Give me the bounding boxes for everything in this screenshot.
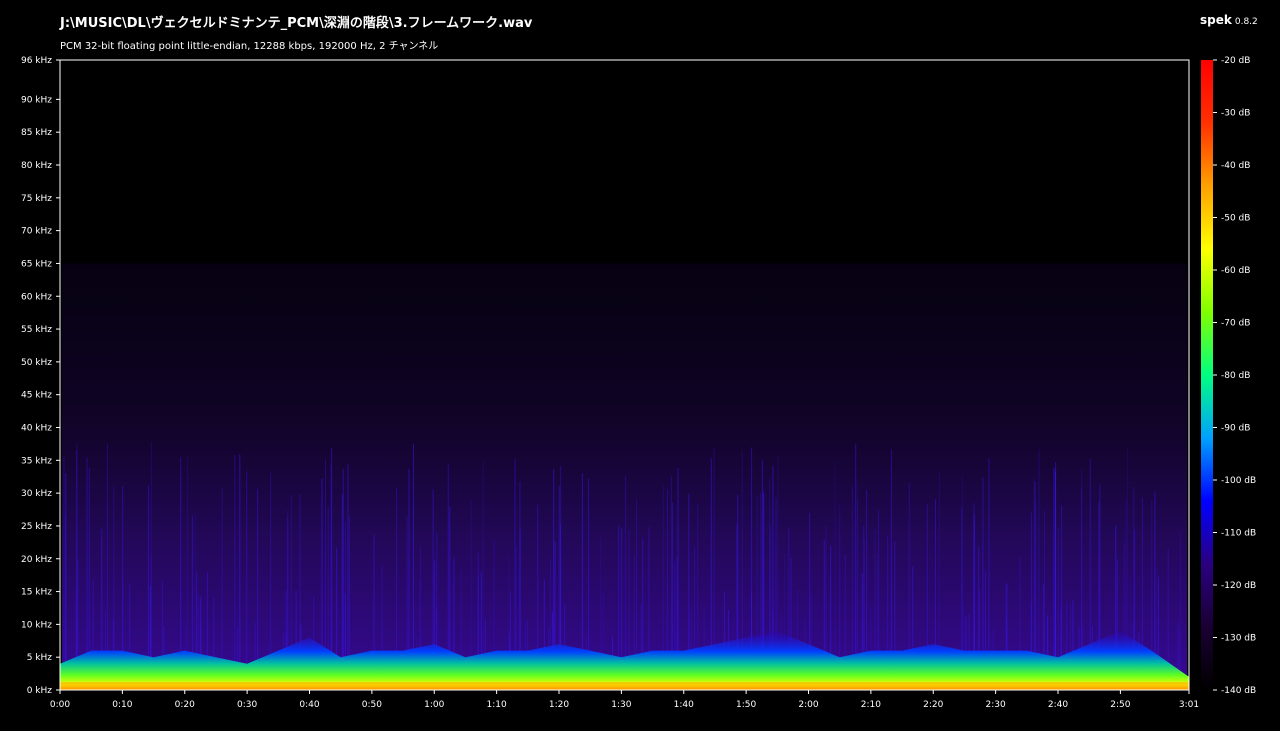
x-tick-label: 0:30 bbox=[237, 700, 257, 710]
colorbar-tick-label: -50 dB bbox=[1221, 214, 1250, 224]
y-tick-label: 20 kHz bbox=[21, 555, 52, 565]
colorbar-tick-label: -20 dB bbox=[1221, 56, 1250, 66]
x-tick-label: 2:50 bbox=[1110, 700, 1130, 710]
y-tick-label: 30 kHz bbox=[21, 489, 52, 499]
y-tick-label: 96 kHz bbox=[21, 56, 52, 66]
x-tick-label: 0:10 bbox=[112, 700, 132, 710]
y-tick-label: 25 kHz bbox=[21, 522, 52, 532]
x-tick-label: 2:40 bbox=[1048, 700, 1068, 710]
x-tick-label: 1:50 bbox=[736, 700, 756, 710]
x-tick-label: 0:00 bbox=[50, 700, 70, 710]
y-tick-label: 85 kHz bbox=[21, 128, 52, 138]
x-tick-label: 3:01 bbox=[1179, 700, 1199, 710]
colorbar-tick-label: -140 dB bbox=[1221, 686, 1256, 696]
y-tick-label: 65 kHz bbox=[21, 259, 52, 269]
y-tick-label: 55 kHz bbox=[21, 325, 52, 335]
spectrogram-chart: 0 kHz 5 kHz 10 kHz 15 kHz 20 kHz 25 kHz 30 kHz… bbox=[21, 56, 1256, 710]
y-tick-label: 10 kHz bbox=[21, 620, 52, 630]
colorbar-tick-label: -100 dB bbox=[1221, 476, 1256, 486]
x-tick-label: 2:20 bbox=[923, 700, 943, 710]
x-tick-label: 1:00 bbox=[424, 700, 444, 710]
y-tick-label: 80 kHz bbox=[21, 161, 52, 171]
y-tick-label: 75 kHz bbox=[21, 194, 52, 204]
colorbar-tick-label: -110 dB bbox=[1221, 529, 1256, 539]
y-tick-label: 90 kHz bbox=[21, 95, 52, 105]
time-axis: 0:00 0:10 0:20 0:30 0:40 0:50 1:00 1:10 1:20 1:30… bbox=[50, 690, 1199, 710]
colorbar-strip bbox=[1201, 60, 1213, 690]
y-tick-label: 15 kHz bbox=[21, 588, 52, 598]
x-tick-label: 0:20 bbox=[175, 700, 195, 710]
colorbar-tick-label: -120 dB bbox=[1221, 581, 1256, 591]
y-tick-label: 35 kHz bbox=[21, 456, 52, 466]
y-tick-label: 70 kHz bbox=[21, 227, 52, 237]
colorbar-tick-label: -40 dB bbox=[1221, 161, 1250, 171]
x-tick-label: 1:30 bbox=[611, 700, 631, 710]
colorbar-tick-label: -60 dB bbox=[1221, 266, 1250, 276]
spectrogram-plot bbox=[59, 59, 1190, 691]
x-tick-label: 2:10 bbox=[861, 700, 881, 710]
x-tick-label: 0:40 bbox=[299, 700, 319, 710]
colorbar-tick-label: -70 dB bbox=[1221, 319, 1250, 329]
y-tick-label: 60 kHz bbox=[21, 292, 52, 302]
x-tick-label: 0:50 bbox=[362, 700, 382, 710]
frequency-axis: 0 kHz 5 kHz 10 kHz 15 kHz 20 kHz 25 kHz 30 kHz… bbox=[21, 56, 60, 696]
colorbar-tick-label: -80 dB bbox=[1221, 371, 1250, 381]
x-tick-label: 1:20 bbox=[549, 700, 569, 710]
colorbar-tick-label: -130 dB bbox=[1221, 634, 1256, 644]
colorbar-tick-label: -90 dB bbox=[1221, 424, 1250, 434]
noise-floor-haze bbox=[62, 263, 1187, 690]
x-tick-label: 2:00 bbox=[798, 700, 818, 710]
y-tick-label: 5 kHz bbox=[27, 653, 53, 663]
low-frequency-core bbox=[60, 682, 1189, 690]
db-colorbar: -20 dB -30 dB -40 dB -50 dB -60 dB -70 dB -80 … bbox=[1201, 56, 1256, 696]
y-tick-label: 40 kHz bbox=[21, 424, 52, 434]
x-tick-label: 1:40 bbox=[674, 700, 694, 710]
y-tick-label: 45 kHz bbox=[21, 391, 52, 401]
x-tick-label: 2:30 bbox=[986, 700, 1006, 710]
y-tick-label: 50 kHz bbox=[21, 358, 52, 368]
colorbar-tick-label: -30 dB bbox=[1221, 109, 1250, 119]
x-tick-label: 1:10 bbox=[487, 700, 507, 710]
y-tick-label: 0 kHz bbox=[27, 686, 53, 696]
